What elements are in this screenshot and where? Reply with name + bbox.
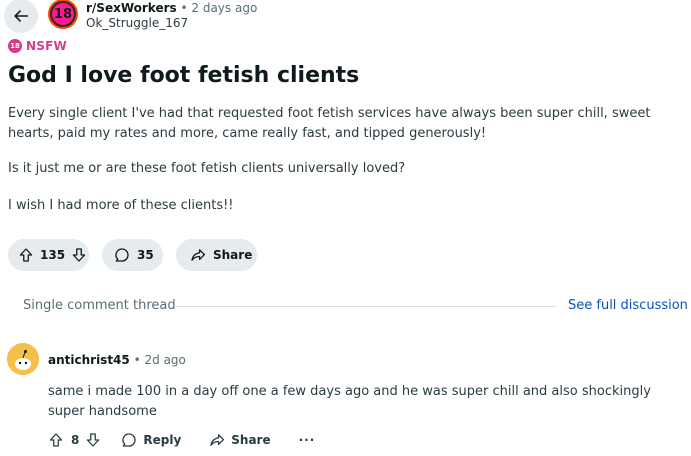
arrow-down-icon — [72, 248, 86, 262]
share-icon-wrap — [190, 247, 206, 263]
post-paragraph: Every single client I've had that reques… — [8, 106, 651, 141]
commenter-avatar[interactable] — [7, 343, 39, 375]
comments-button[interactable]: 35 — [102, 239, 163, 271]
comment-count: 35 — [137, 248, 154, 262]
thread-label: Single comment thread — [23, 298, 176, 313]
post-title: God I love foot fetish clients — [8, 63, 360, 88]
comment-vote-count: 8 — [71, 433, 80, 447]
comment-downvote-button[interactable] — [85, 432, 101, 448]
speech-bubble-icon — [122, 433, 136, 447]
arrow-down-icon — [87, 433, 100, 447]
nsfw-icon: 18 — [8, 39, 22, 53]
arrow-left-icon — [14, 10, 29, 22]
post-time: 2 days ago — [191, 1, 258, 15]
comment-time: 2d ago — [144, 353, 186, 367]
reply-label: Reply — [143, 433, 182, 447]
comment-upvote-button[interactable] — [48, 432, 64, 448]
subreddit-avatar-text: 18 — [50, 1, 76, 27]
comment-share-label: Share — [231, 433, 271, 447]
subreddit-link[interactable]: r/SexWorkers — [86, 1, 177, 15]
post-author[interactable]: Ok_Struggle_167 — [86, 15, 188, 31]
comment-actions: 8 Reply Share ··· — [44, 432, 315, 448]
meta-separator: • — [180, 1, 188, 15]
post-paragraph: I wish I had more of these clients!! — [8, 198, 234, 213]
speech-bubble-icon — [115, 248, 129, 262]
vote-bar: 135 — [8, 239, 89, 271]
upvote-button[interactable] — [18, 247, 34, 263]
see-full-discussion-link[interactable]: See full discussion — [568, 298, 688, 313]
arrow-up-icon — [49, 433, 63, 447]
ellipsis-icon[interactable]: ··· — [299, 433, 316, 447]
snoo-avatar-icon — [7, 343, 39, 375]
vote-count: 135 — [40, 248, 66, 262]
thread-divider — [176, 306, 556, 307]
meta-separator: • — [133, 353, 141, 367]
share-arrow-icon — [210, 434, 225, 446]
subreddit-avatar[interactable]: 18 — [48, 0, 78, 29]
comment-body: same i made 100 in a day off one a few d… — [48, 384, 651, 419]
reply-button[interactable]: Reply — [121, 432, 181, 448]
share-label: Share — [213, 248, 253, 262]
arrow-up-icon — [19, 248, 33, 262]
downvote-button[interactable] — [71, 247, 87, 263]
post-meta: r/SexWorkers • 2 days ago — [86, 0, 257, 16]
post-paragraph: Is it just me or are these foot fetish c… — [8, 161, 406, 176]
comment-author[interactable]: antichrist45 — [48, 353, 130, 367]
comment-share-button[interactable]: Share — [209, 432, 271, 448]
comment-meta: antichrist45 • 2d ago — [48, 352, 186, 368]
back-button[interactable] — [4, 0, 38, 33]
share-button[interactable]: Share — [176, 239, 257, 271]
nsfw-label: NSFW — [26, 39, 67, 53]
nsfw-tag: 18 NSFW — [8, 39, 67, 53]
comment-icon-wrap — [114, 247, 130, 263]
share-arrow-icon — [191, 249, 206, 261]
